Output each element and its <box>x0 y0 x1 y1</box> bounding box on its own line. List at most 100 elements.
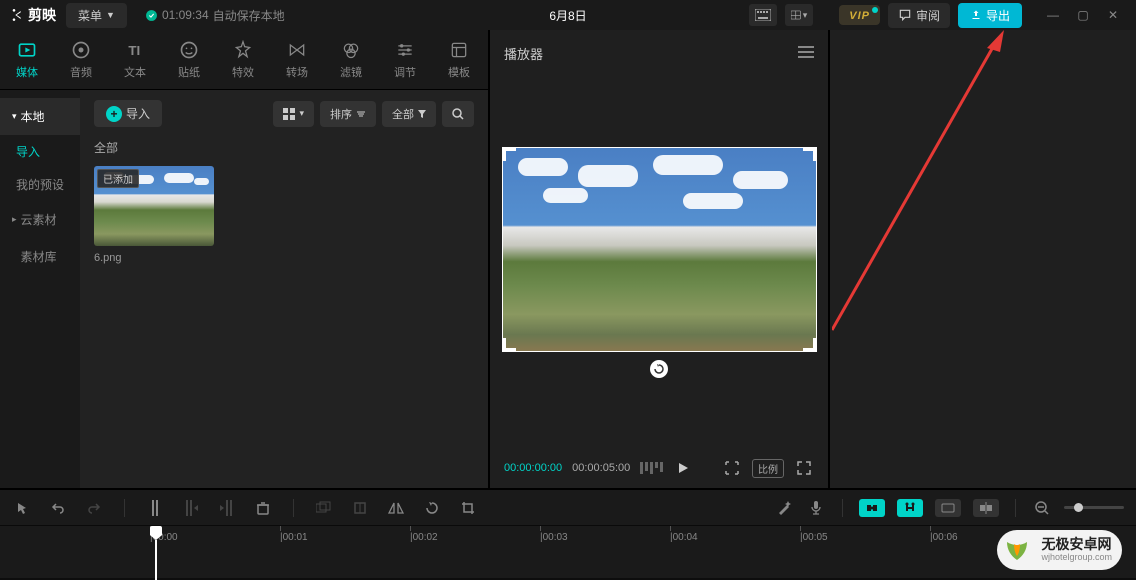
scissors-icon <box>8 7 24 23</box>
wand-icon <box>776 500 792 516</box>
tab-audio[interactable]: 音频 <box>54 30 108 89</box>
filter-icon <box>341 40 361 60</box>
crop-icon <box>724 460 740 476</box>
preview-frame[interactable] <box>502 147 817 352</box>
export-icon <box>970 9 982 21</box>
watermark-title: 无极安卓网 <box>1041 537 1112 552</box>
media-panel: 媒体 音频 TI文本 贴纸 特效 转场 滤镜 调节 模板 ▾本地 导入 我的预设… <box>0 30 490 488</box>
sidebar-item-cloud[interactable]: ▸云素材 <box>0 201 80 238</box>
sidebar-item-import[interactable]: 导入 <box>0 135 80 168</box>
preview-toggle[interactable] <box>935 499 961 517</box>
check-circle-icon <box>145 9 158 22</box>
svg-text:TI: TI <box>128 43 140 58</box>
media-icon <box>17 40 37 60</box>
main-area: 媒体 音频 TI文本 贴纸 特效 转场 滤镜 调节 模板 ▾本地 导入 我的预设… <box>0 30 1136 488</box>
project-title[interactable]: 6月8日 <box>549 7 586 24</box>
thumbnail-filename: 6.png <box>94 252 214 264</box>
mic-tool[interactable] <box>806 498 826 518</box>
rotate-handle[interactable] <box>650 360 668 378</box>
tab-effect[interactable]: 特效 <box>216 30 270 89</box>
keyboard-icon[interactable] <box>749 4 777 26</box>
timeline-ruler[interactable]: |00:00 |00:01 |00:02 |00:03 |00:04 |00:0… <box>0 526 1136 576</box>
split-right-tool[interactable] <box>217 498 237 518</box>
audio-icon <box>71 40 91 60</box>
tab-adjust[interactable]: 调节 <box>378 30 432 89</box>
frame-button[interactable] <box>722 458 742 478</box>
category-label: 全部 <box>94 139 474 156</box>
tool-tabs: 媒体 音频 TI文本 贴纸 特效 转场 滤镜 调节 模板 <box>0 30 488 90</box>
audio-meter-icon[interactable] <box>640 462 663 474</box>
main-menu-button[interactable]: 菜单 ▼ <box>66 3 127 28</box>
play-icon <box>676 461 690 475</box>
player-panel: 播放器 00:00:00:00 00:0 <box>490 30 830 488</box>
fullscreen-button[interactable] <box>794 458 814 478</box>
tab-sticker[interactable]: 贴纸 <box>162 30 216 89</box>
auto-tool[interactable] <box>774 498 794 518</box>
zoom-slider[interactable] <box>1064 506 1124 509</box>
timeline-area: |00:00 |00:01 |00:02 |00:03 |00:04 |00:0… <box>0 488 1136 578</box>
group-tool[interactable] <box>314 498 334 518</box>
minimize-button[interactable]: — <box>1038 4 1068 26</box>
tab-text[interactable]: TI文本 <box>108 30 162 89</box>
sidebar-item-local[interactable]: ▾本地 <box>0 98 80 135</box>
split-tool[interactable] <box>145 498 165 518</box>
tab-media[interactable]: 媒体 <box>0 30 54 89</box>
close-button[interactable]: ✕ <box>1098 4 1128 26</box>
review-button[interactable]: 审阅 <box>888 3 950 28</box>
layout-icon[interactable]: ▾ <box>785 4 813 26</box>
sidebar-item-presets[interactable]: 我的预设 <box>0 168 80 201</box>
import-button[interactable]: +导入 <box>94 100 162 127</box>
added-badge: 已添加 <box>97 169 139 188</box>
tab-template[interactable]: 模板 <box>432 30 486 89</box>
rotate-icon <box>653 363 665 375</box>
crop-tool[interactable] <box>458 498 478 518</box>
media-thumbnail[interactable]: 已添加 6.png <box>94 166 214 264</box>
watermark-logo <box>1001 534 1033 566</box>
app-logo: 剪映 <box>8 5 56 25</box>
delete-tool[interactable] <box>253 498 273 518</box>
mirror-tool[interactable] <box>386 498 406 518</box>
maximize-button[interactable]: ▢ <box>1068 4 1098 26</box>
media-sidebar: ▾本地 导入 我的预设 ▸云素材 ▸素材库 <box>0 90 80 488</box>
search-icon <box>452 108 464 120</box>
sticker-icon <box>179 40 199 60</box>
duration: 00:00:05:00 <box>572 462 630 474</box>
sort-button[interactable]: 排序 <box>320 101 376 127</box>
save-status: 01:09:34 自动保存本地 <box>145 7 285 24</box>
funnel-icon <box>418 110 426 118</box>
watermark: 无极安卓网 wjhotelgroup.com <box>997 530 1122 570</box>
text-icon: TI <box>125 40 145 60</box>
tab-filter[interactable]: 滤镜 <box>324 30 378 89</box>
player-title: 播放器 <box>504 44 543 63</box>
template-icon <box>449 40 469 60</box>
play-button[interactable] <box>673 458 693 478</box>
vip-button[interactable]: VIP <box>839 5 880 25</box>
plus-icon: + <box>106 106 122 122</box>
player-canvas[interactable] <box>490 77 828 448</box>
sidebar-item-library[interactable]: ▸素材库 <box>0 238 80 275</box>
playhead[interactable] <box>150 526 162 580</box>
properties-panel <box>830 30 1136 488</box>
align-toggle[interactable] <box>973 499 999 517</box>
player-menu-button[interactable] <box>798 46 814 61</box>
watermark-url: wjhotelgroup.com <box>1041 553 1112 563</box>
pointer-tool[interactable] <box>12 498 32 518</box>
undo-button[interactable] <box>48 498 68 518</box>
speech-icon <box>898 8 912 22</box>
export-button[interactable]: 导出 <box>958 3 1022 28</box>
filter-button[interactable]: 全部 <box>382 101 436 127</box>
ratio-button[interactable]: 比例 <box>752 459 784 478</box>
zoom-out-icon <box>1035 501 1049 515</box>
freeze-tool[interactable] <box>350 498 370 518</box>
magnet-toggle[interactable] <box>859 499 885 517</box>
media-grid-area: +导入 ▾ 排序 全部 全部 <box>80 90 488 488</box>
rotate-tool[interactable] <box>422 498 442 518</box>
link-toggle[interactable] <box>897 499 923 517</box>
view-mode-button[interactable]: ▾ <box>273 101 314 127</box>
tab-transition[interactable]: 转场 <box>270 30 324 89</box>
zoom-out-button[interactable] <box>1032 498 1052 518</box>
split-left-tool[interactable] <box>181 498 201 518</box>
redo-button[interactable] <box>84 498 104 518</box>
sort-icon <box>356 109 366 119</box>
search-button[interactable] <box>442 101 474 127</box>
